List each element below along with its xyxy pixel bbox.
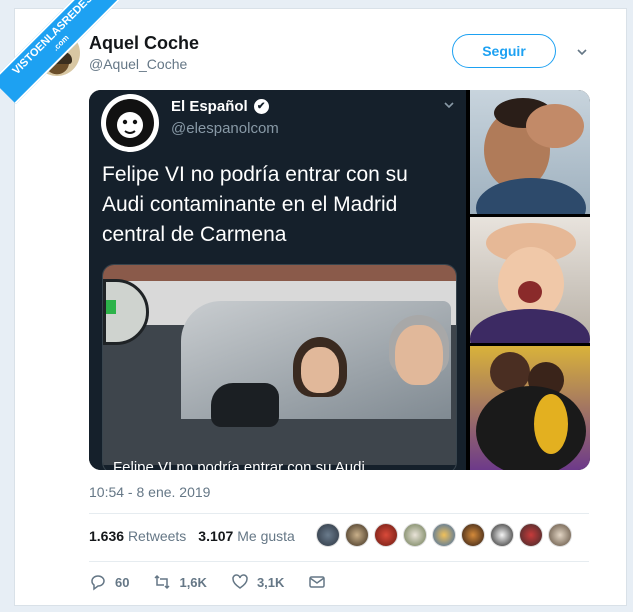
divider — [89, 513, 589, 514]
reply-button[interactable]: 60 — [89, 573, 129, 591]
liker-avatar[interactable] — [345, 523, 369, 547]
author-handle[interactable]: @Aquel_Coche — [89, 56, 187, 72]
quoted-tweet-text: Felipe VI no podría entrar con su Audi c… — [102, 163, 408, 246]
tweet-actions: 60 1,6K 3,1K — [89, 573, 350, 591]
engagement-stats: 1.636 Retweets 3.107 Me gusta — [89, 528, 295, 544]
quoted-card-title: Felipe VI no podría entrar con su Audi — [113, 459, 365, 470]
heart-icon — [232, 574, 248, 589]
liker-avatar[interactable] — [548, 523, 572, 547]
author-name[interactable]: Aquel Coche — [89, 33, 199, 54]
liker-avatar[interactable] — [490, 523, 514, 547]
crying-man-image — [470, 90, 590, 214]
liker-avatar[interactable] — [519, 523, 543, 547]
reply-icon — [91, 575, 105, 591]
players-hugging-image — [470, 346, 590, 470]
follow-button[interactable]: Seguir — [452, 34, 556, 68]
quoted-name-text: El Español — [171, 98, 248, 115]
envelope-icon — [309, 576, 326, 588]
car-mirror — [211, 383, 279, 427]
likes-stat[interactable]: 3.107 Me gusta — [198, 528, 295, 544]
retweets-stat[interactable]: 1.636 Retweets — [89, 528, 186, 544]
chevron-down-icon[interactable] — [576, 46, 588, 58]
message-button[interactable] — [308, 573, 326, 591]
lion-logo-avatar — [101, 94, 159, 152]
retweet-count: 1,6K — [179, 574, 207, 590]
retweets-count: 1.636 — [89, 528, 125, 544]
like-count: 3,1K — [256, 574, 285, 590]
reaction-memes — [470, 90, 590, 470]
liker-avatar[interactable] — [432, 523, 456, 547]
liker-avatar[interactable] — [461, 523, 485, 547]
street-sign — [103, 279, 149, 345]
retweets-label: Retweets — [127, 528, 187, 544]
quoted-link-card: Felipe VI no podría entrar con su Audi — [102, 264, 457, 470]
likes-count: 3.107 — [198, 528, 234, 544]
quoted-author-name: El Español ✔ — [171, 98, 269, 115]
tweet-timestamp[interactable]: 10:54 - 8 ene. 2019 — [89, 484, 210, 500]
quoted-author-handle: @elespanolcom — [171, 120, 279, 137]
retweet-button[interactable]: 1,6K — [153, 573, 207, 591]
chevron-down-icon — [444, 102, 454, 109]
car-photo — [103, 265, 456, 465]
retweet-icon — [154, 574, 170, 590]
divider — [89, 561, 589, 562]
liker-avatar[interactable] — [374, 523, 398, 547]
likes-label: Me gusta — [237, 528, 295, 544]
liker-avatars — [316, 523, 572, 547]
liker-avatar[interactable] — [403, 523, 427, 547]
tweet-media[interactable]: El Español ✔ @elespanolcom Felipe VI no … — [89, 90, 590, 470]
crying-boy-image — [470, 217, 590, 343]
liker-avatar[interactable] — [316, 523, 340, 547]
quoted-tweet-screenshot[interactable]: El Español ✔ @elespanolcom Felipe VI no … — [89, 90, 466, 470]
verified-icon: ✔ — [253, 99, 269, 114]
reply-count: 60 — [115, 574, 130, 590]
like-button[interactable]: 3,1K — [231, 573, 284, 591]
